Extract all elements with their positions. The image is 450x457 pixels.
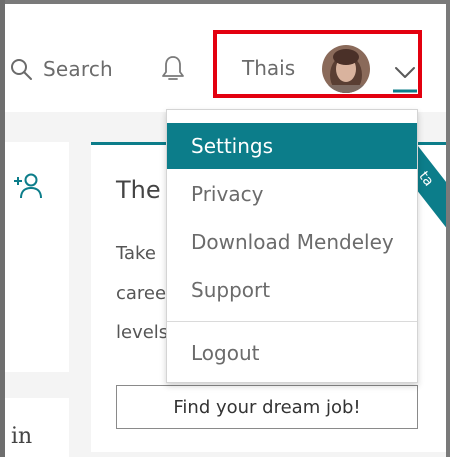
menu-item-download-mendeley[interactable]: Download Mendeley: [167, 219, 417, 265]
menu-divider: [167, 321, 417, 322]
menu-item-settings[interactable]: Settings: [167, 123, 417, 169]
chevron-down-icon[interactable]: [392, 58, 418, 94]
avatar[interactable]: [322, 45, 370, 93]
find-dream-job-button[interactable]: Find your dream job!: [116, 385, 418, 429]
search-label: Search: [43, 57, 113, 81]
menu-item-support[interactable]: Support: [167, 267, 417, 313]
ribbon-label: ta: [415, 168, 437, 190]
menu-item-privacy[interactable]: Privacy: [167, 171, 417, 217]
partial-text: in: [11, 424, 33, 449]
search-button[interactable]: Search: [9, 55, 113, 83]
card-text-line: levels: [116, 322, 169, 343]
avatar-photo: [322, 45, 370, 93]
user-name[interactable]: Thais: [242, 56, 295, 80]
bell-icon[interactable]: [160, 54, 186, 84]
card-title: The: [116, 176, 161, 204]
add-person-icon[interactable]: [12, 172, 44, 200]
card-text-line: caree: [116, 283, 167, 304]
window-frame-right: [446, 0, 450, 457]
card-text-line: Take: [116, 243, 156, 264]
menu-item-logout[interactable]: Logout: [167, 330, 417, 376]
search-icon: [11, 59, 32, 80]
user-dropdown-menu: Settings Privacy Download Mendeley Suppo…: [166, 109, 418, 383]
